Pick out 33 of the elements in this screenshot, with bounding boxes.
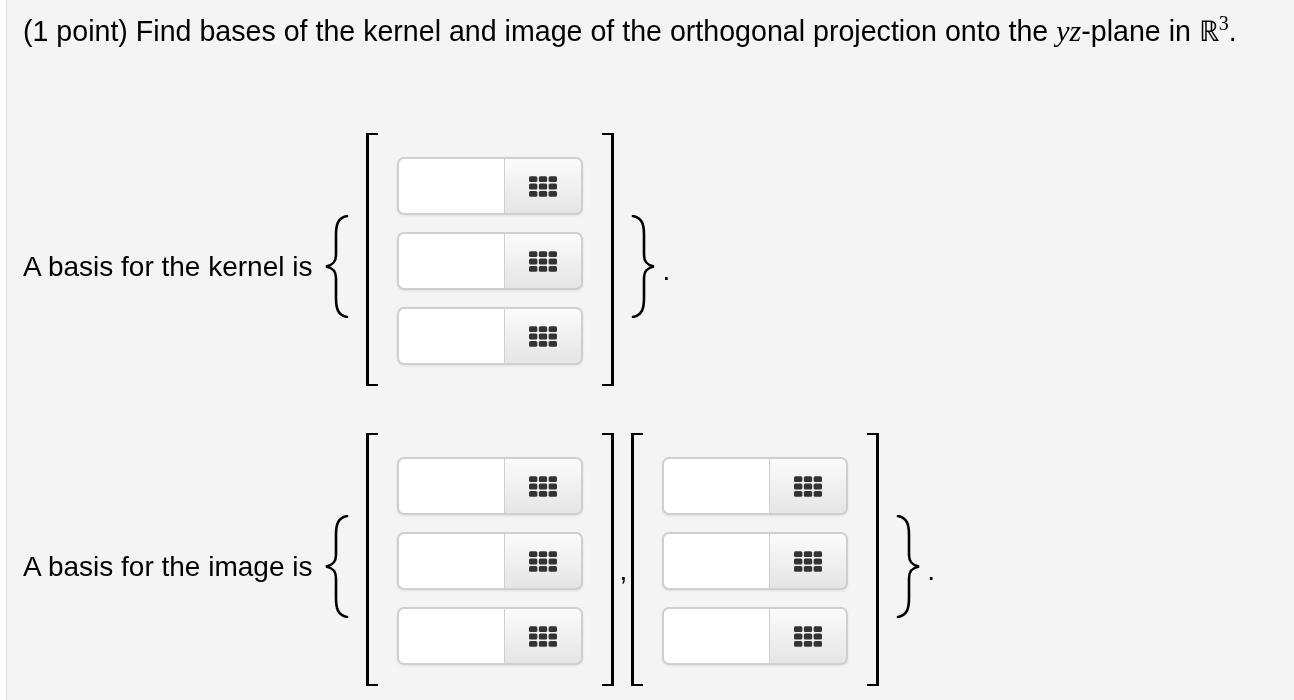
answer-field[interactable] bbox=[662, 532, 770, 590]
grid-icon bbox=[529, 250, 558, 272]
answer-field[interactable] bbox=[662, 457, 770, 515]
answer-field[interactable] bbox=[397, 532, 505, 590]
grid-icon bbox=[794, 475, 823, 497]
grid-icon bbox=[529, 550, 558, 572]
answer-label: A basis for the kernel is bbox=[23, 250, 313, 283]
equation-editor-button[interactable] bbox=[769, 607, 849, 665]
grid-icon bbox=[529, 625, 558, 647]
answer-field[interactable] bbox=[397, 157, 505, 215]
question-text: (1 point) Find bases of the kernel and image of the orthogonal projection onto the yz-plane in ℝ$^{3}$. bbox=[23, 13, 1238, 49]
answer-label: A basis for the image is bbox=[23, 550, 313, 583]
grid-icon bbox=[529, 475, 558, 497]
answer-field[interactable] bbox=[397, 457, 505, 515]
answer-field[interactable] bbox=[397, 607, 505, 665]
equation-editor-button[interactable] bbox=[769, 457, 849, 515]
grid-icon bbox=[794, 550, 823, 572]
answer-field[interactable] bbox=[397, 232, 505, 290]
equation-editor-button[interactable] bbox=[504, 457, 584, 515]
equation-editor-button[interactable] bbox=[504, 232, 584, 290]
answer-field[interactable] bbox=[397, 307, 505, 365]
comma-separator: , bbox=[619, 554, 628, 587]
closing-period: . bbox=[927, 554, 936, 587]
closing-period: . bbox=[662, 254, 671, 287]
equation-editor-button[interactable] bbox=[769, 532, 849, 590]
grid-icon bbox=[529, 175, 558, 197]
grid-icon bbox=[529, 325, 558, 347]
equation-editor-button[interactable] bbox=[504, 307, 584, 365]
grid-icon bbox=[794, 625, 823, 647]
equation-editor-button[interactable] bbox=[504, 532, 584, 590]
answer-field[interactable] bbox=[662, 607, 770, 665]
equation-editor-button[interactable] bbox=[504, 157, 584, 215]
equation-editor-button[interactable] bbox=[504, 607, 584, 665]
